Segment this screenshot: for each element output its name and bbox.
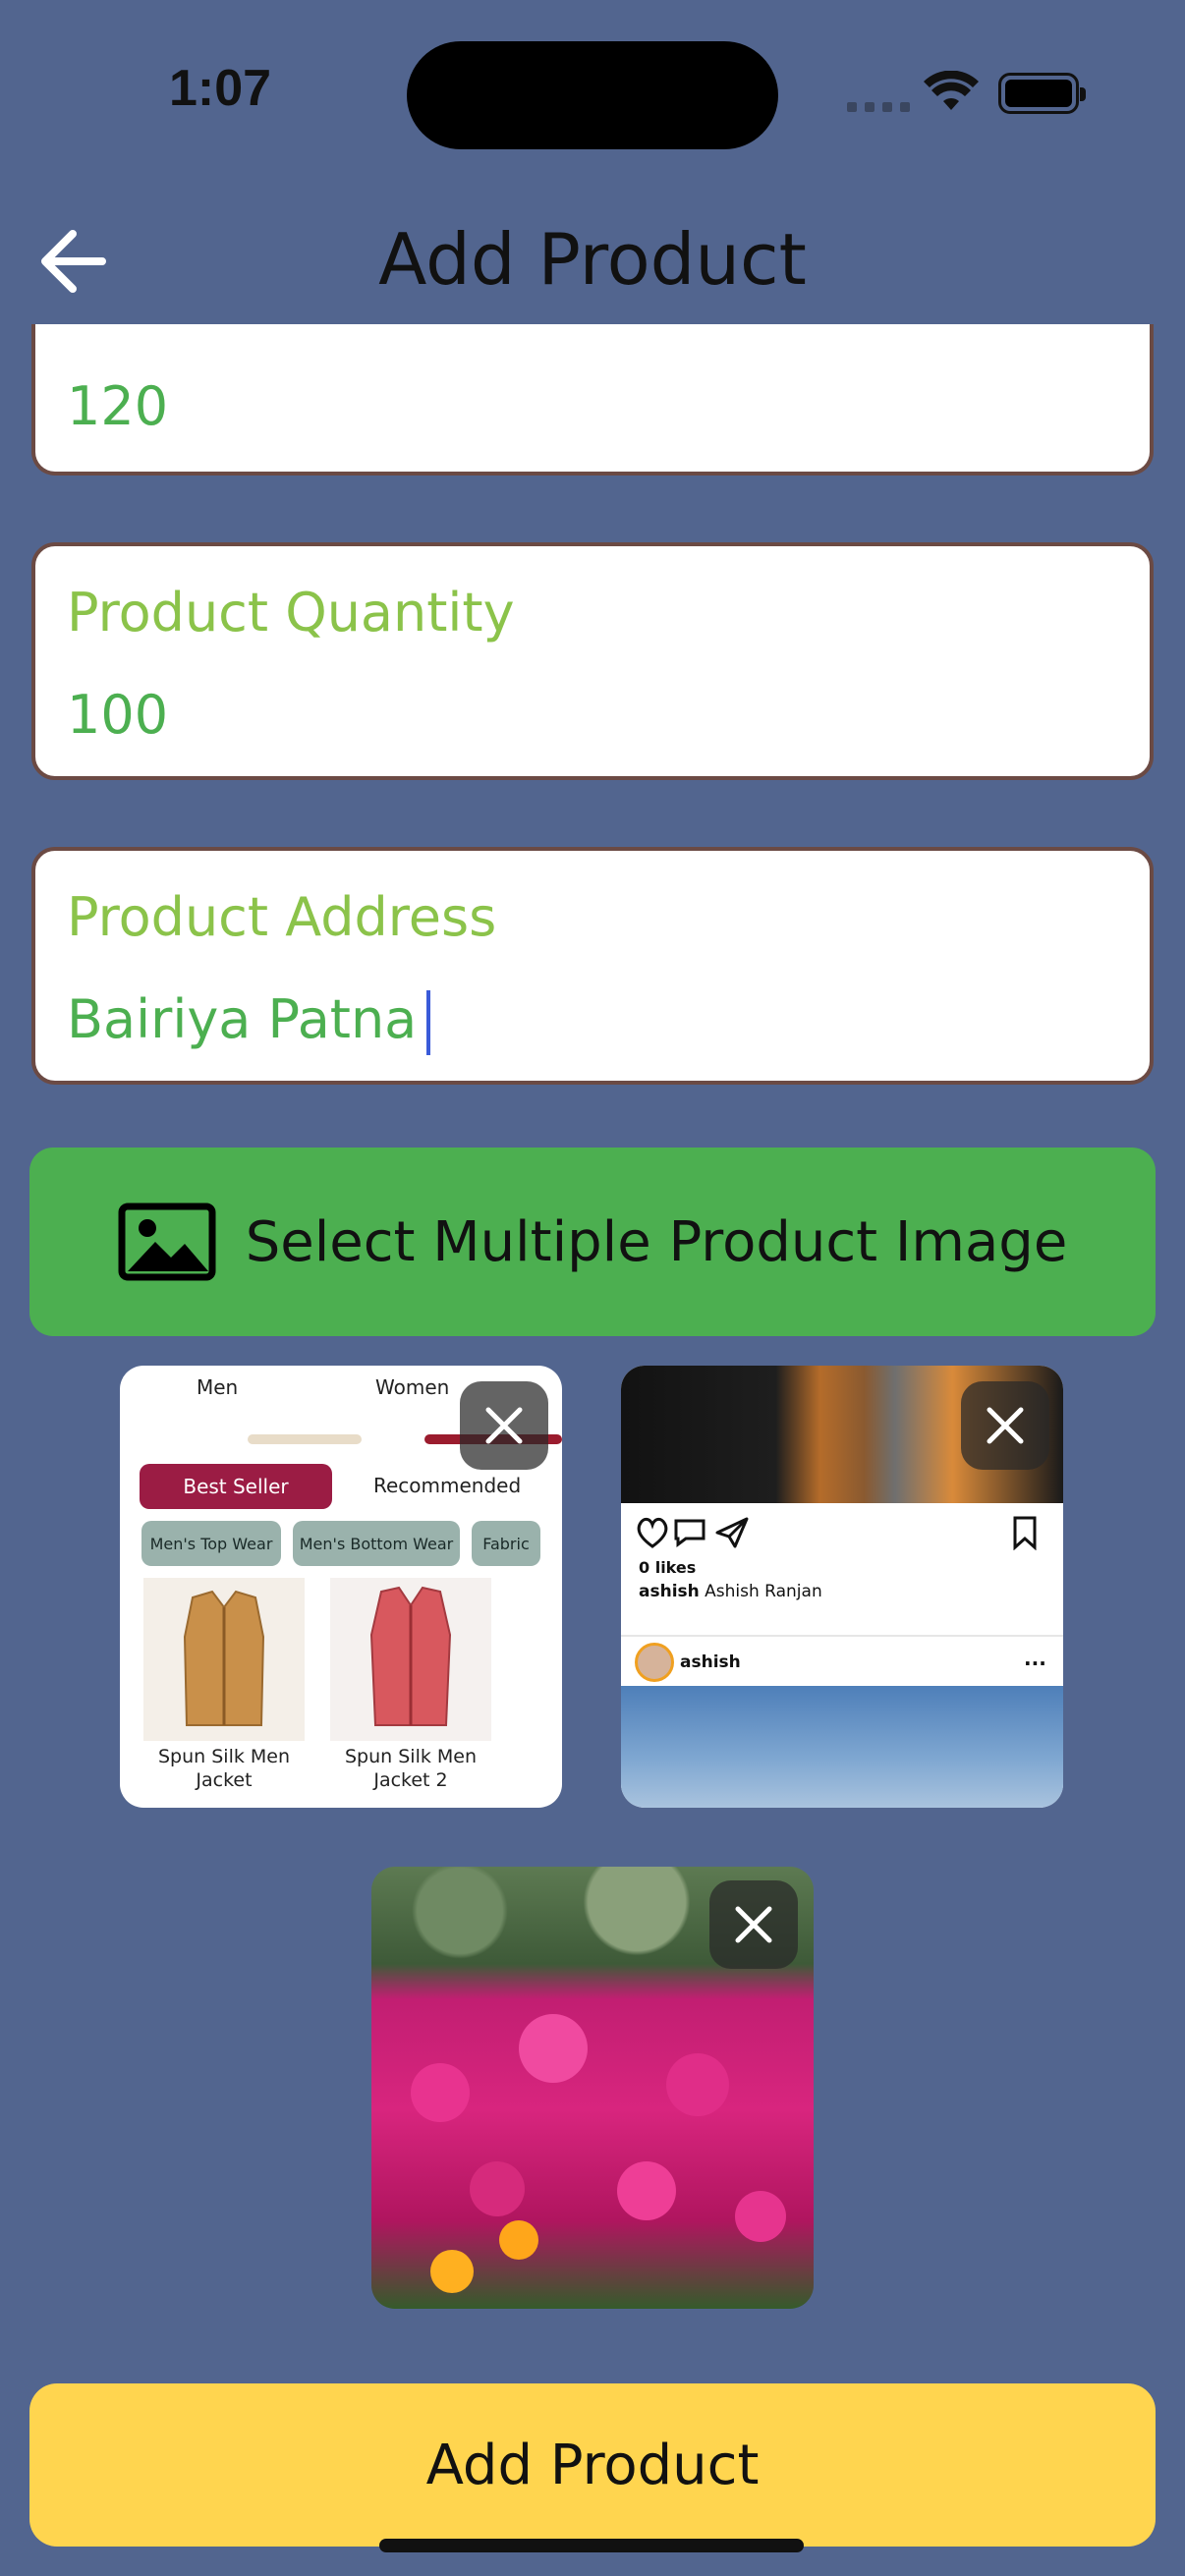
cellular-signal-icon — [847, 102, 910, 112]
flower — [666, 2053, 729, 2116]
close-icon — [987, 1407, 1024, 1444]
more-options-icon: ... — [1024, 1647, 1046, 1670]
chip-bottom-wear: Men's Bottom Wear — [293, 1521, 460, 1566]
remove-image-3-button[interactable] — [709, 1880, 798, 1969]
caption-user: ashish — [639, 1582, 700, 1601]
remove-image-1-button[interactable] — [460, 1381, 548, 1470]
caption-text: Ashish Ranjan — [705, 1582, 822, 1601]
product-name-1-line1: Spun Silk Men — [157, 1746, 291, 1767]
page-title: Add Product — [378, 218, 807, 301]
product-name-2-line2: Jacket 2 — [373, 1769, 448, 1791]
image-icon — [118, 1203, 216, 1281]
product-image-1 — [143, 1578, 305, 1741]
quantity-field[interactable]: Product Quantity 100 — [31, 542, 1154, 780]
close-icon — [485, 1407, 523, 1444]
price-value: 120 — [67, 375, 169, 437]
category-women: Women — [375, 1375, 450, 1399]
flower — [617, 2161, 676, 2220]
address-field[interactable]: Product Address Bairiya Patna — [31, 847, 1154, 1085]
price-field[interactable]: 120 — [31, 324, 1154, 476]
text-caret — [426, 990, 431, 1056]
bookmark-icon — [1013, 1516, 1037, 1550]
remove-image-2-button[interactable] — [961, 1381, 1049, 1470]
flower — [499, 2220, 538, 2260]
banner-strip — [248, 1434, 362, 1444]
select-images-label: Select Multiple Product Image — [245, 1209, 1068, 1274]
selected-image-2[interactable]: 0 likes ashish Ashish Ranjan ashish ... — [621, 1366, 1063, 1808]
flower — [519, 2014, 588, 2083]
address-label: Product Address — [67, 886, 497, 948]
quantity-label: Product Quantity — [67, 582, 515, 644]
status-time: 1:07 — [169, 60, 272, 117]
post-photo-2 — [621, 1686, 1063, 1808]
product-name-2: Spun Silk Men Jacket 2 — [330, 1745, 491, 1792]
flower — [470, 2161, 525, 2216]
post-actions-icons — [637, 1517, 749, 1548]
wifi-icon — [924, 71, 979, 110]
address-value-row: Bairiya Patna — [67, 988, 431, 1056]
add-product-button[interactable]: Add Product — [29, 2383, 1156, 2547]
battery-icon — [998, 73, 1086, 114]
chip-top-wear: Men's Top Wear — [141, 1521, 281, 1566]
divider — [621, 1635, 1063, 1637]
tab-recommended: Recommended — [373, 1474, 522, 1497]
close-icon — [735, 1906, 772, 1943]
product-name-1: Spun Silk Men Jacket — [143, 1745, 305, 1792]
category-men: Men — [197, 1375, 239, 1399]
selected-image-1[interactable]: Men Women Best Seller Recommended Men's … — [120, 1366, 562, 1808]
product-image-2 — [330, 1578, 491, 1741]
add-product-label: Add Product — [425, 2433, 760, 2497]
quantity-value: 100 — [67, 684, 169, 746]
post-caption: ashish Ashish Ranjan — [639, 1582, 822, 1601]
flower — [735, 2191, 786, 2242]
post-username: ashish — [680, 1652, 741, 1672]
product-name-2-line1: Spun Silk Men — [344, 1746, 478, 1767]
chip-fabric: Fabric — [472, 1521, 540, 1566]
address-value: Bairiya Patna — [67, 988, 418, 1050]
select-images-button[interactable]: Select Multiple Product Image — [29, 1148, 1156, 1336]
product-name-1-line2: Jacket — [196, 1769, 253, 1791]
selected-image-3[interactable] — [371, 1867, 814, 2309]
dynamic-island — [407, 41, 778, 149]
home-indicator — [379, 2539, 804, 2552]
flower — [411, 2063, 470, 2122]
flower — [430, 2250, 474, 2293]
likes-count: 0 likes — [639, 1558, 697, 1577]
tab-best-seller: Best Seller — [140, 1464, 332, 1509]
avatar — [635, 1643, 674, 1682]
